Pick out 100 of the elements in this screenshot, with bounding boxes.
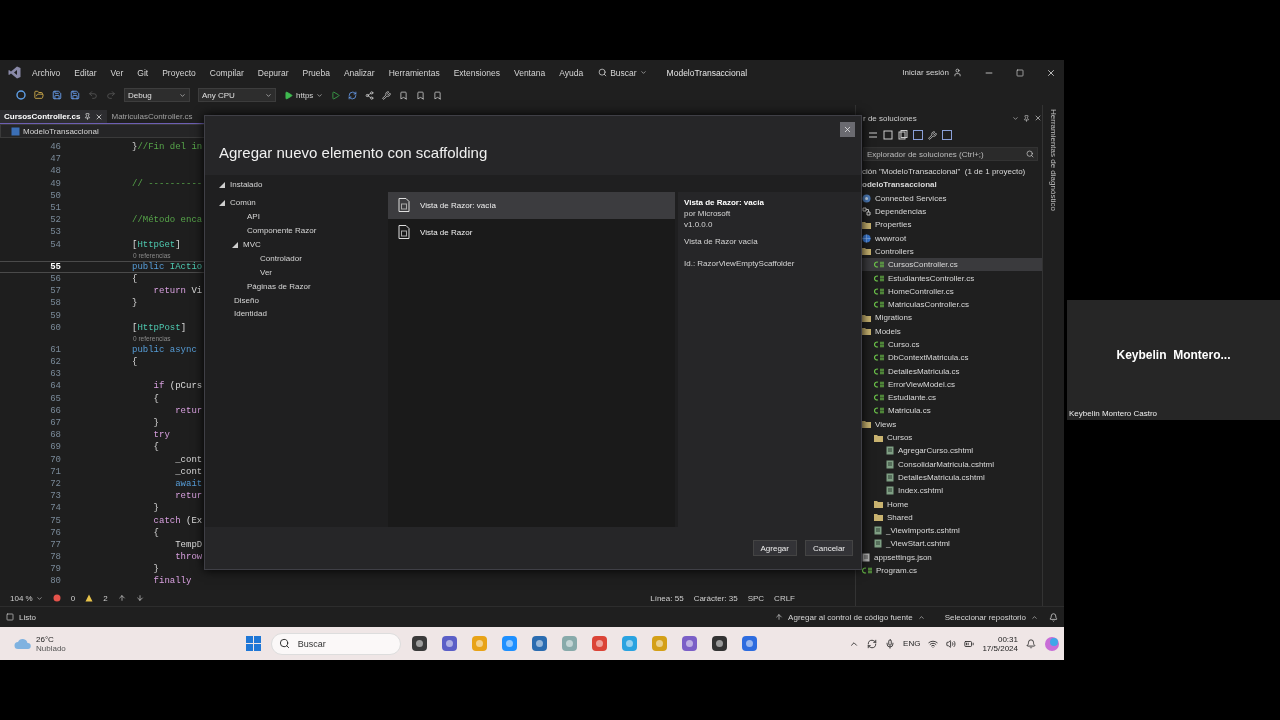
filter-icon[interactable]: [913, 130, 923, 140]
tree-item[interactable]: Models: [856, 324, 1042, 338]
tree-item[interactable]: Instalado: [215, 178, 263, 192]
app-icon[interactable]: [710, 635, 728, 652]
template-item[interactable]: Vista de Razor: [388, 218, 675, 246]
tree-item[interactable]: MatriculasController.cs: [856, 297, 1042, 312]
menu-item[interactable]: Depurar: [250, 67, 296, 78]
tree-item[interactable]: DbContextMatricula.cs: [856, 351, 1042, 365]
restore-icon[interactable]: [1016, 68, 1024, 77]
configuration-dropdown[interactable]: Debug: [124, 88, 190, 102]
caret-icon[interactable]: [219, 199, 225, 206]
menu-item[interactable]: Herramientas: [381, 67, 447, 78]
tree-item[interactable]: Shared: [856, 510, 1042, 524]
zoom-level[interactable]: 104 %: [10, 593, 43, 603]
folder-icon[interactable]: [34, 90, 44, 100]
tree-item[interactable]: Controllers: [856, 244, 1042, 259]
windows-icon[interactable]: [245, 636, 261, 651]
tree-item[interactable]: ErrorViewModel.cs: [856, 377, 1042, 392]
caret-icon[interactable]: [232, 241, 238, 248]
caret-icon[interactable]: [219, 181, 225, 188]
menu-item[interactable]: Compilar: [202, 67, 251, 78]
tree-item[interactable]: Estudiante.cs: [856, 391, 1042, 405]
volume-icon[interactable]: [946, 638, 957, 649]
microphone-icon[interactable]: [885, 638, 896, 649]
repository-button[interactable]: Seleccionar repositorio: [944, 612, 1026, 622]
menu-item[interactable]: Ventana: [506, 67, 553, 78]
navigate-icon[interactable]: [16, 90, 26, 100]
line-ending[interactable]: CRLF: [774, 593, 795, 603]
tree-item[interactable]: EstudiantesController.cs: [856, 271, 1042, 285]
up-arrow-icon[interactable]: [117, 594, 126, 602]
tree-item[interactable]: Program.cs: [856, 563, 1042, 578]
menu-item[interactable]: Analizar: [336, 67, 382, 78]
tree-item[interactable]: Index.cshtml: [856, 484, 1042, 498]
tree-item[interactable]: DetallesMatricula.cshtml: [856, 470, 1042, 485]
tree-item[interactable]: Home: [856, 497, 1042, 511]
tree-item[interactable]: Controlador: [215, 251, 302, 266]
run-button[interactable]: https: [284, 90, 324, 100]
tree-item[interactable]: AgregarCurso.cshtml: [856, 444, 1042, 458]
menu-item[interactable]: Editar: [67, 67, 104, 78]
tree-item[interactable]: Views: [856, 417, 1042, 431]
tree-item[interactable]: _ViewStart.cshtml: [856, 537, 1042, 551]
tree-item[interactable]: _ViewImports.cshtml: [856, 524, 1042, 538]
start-without-debugging-icon[interactable]: [331, 90, 341, 100]
copy-icon[interactable]: [898, 130, 908, 140]
tree-item[interactable]: Cursos: [856, 430, 1042, 445]
tree-item[interactable]: MVC: [215, 237, 261, 252]
output-icon[interactable]: [6, 613, 14, 621]
share-icon[interactable]: [365, 90, 375, 100]
warning-count[interactable]: 2: [103, 593, 108, 603]
menu-item[interactable]: Prueba: [295, 67, 337, 78]
tree-item[interactable]: Identidad: [215, 307, 267, 321]
menu-item[interactable]: Archivo: [25, 67, 68, 78]
dropdown-icon[interactable]: [1012, 114, 1019, 122]
app-icon[interactable]: [410, 635, 428, 652]
language-indicator[interactable]: ENG: [903, 639, 921, 648]
close-icon[interactable]: [95, 112, 104, 121]
temperature[interactable]: 26°C: [36, 634, 66, 644]
close-icon[interactable]: [1034, 114, 1042, 122]
file-tab[interactable]: CursosController.cs: [0, 110, 108, 123]
pin-icon[interactable]: [84, 113, 92, 120]
tree-item[interactable]: appsettings.json: [856, 550, 1042, 564]
assistant-icon[interactable]: [1044, 635, 1060, 652]
platform-dropdown[interactable]: Any CPU: [198, 88, 276, 102]
menu-item[interactable]: Extensiones: [446, 67, 507, 78]
tree-item[interactable]: Ver: [215, 265, 272, 280]
notification-icon[interactable]: [1049, 612, 1058, 622]
close-button[interactable]: [840, 122, 855, 137]
clock-time[interactable]: 00:31: [997, 634, 1018, 644]
preview-icon[interactable]: [942, 130, 952, 140]
save-icon[interactable]: [52, 90, 62, 100]
notification-icon[interactable]: [1026, 638, 1036, 649]
sign-in-button[interactable]: Iniciar sesión: [902, 68, 962, 77]
source-control-button[interactable]: Agregar al control de código fuente: [788, 612, 913, 622]
refresh-icon[interactable]: [348, 90, 358, 100]
tree-item[interactable]: ConsolidarMatricula.cshtml: [856, 457, 1042, 471]
tree-item[interactable]: Dependencias: [856, 204, 1042, 219]
tree-item[interactable]: Properties: [856, 218, 1042, 232]
menu-item[interactable]: Ver: [103, 67, 131, 78]
app-icon[interactable]: [440, 635, 458, 652]
tree-item[interactable]: HomeController.cs: [856, 284, 1042, 298]
template-item[interactable]: Vista de Razor: vacía: [388, 191, 675, 219]
app-icon[interactable]: [530, 635, 548, 652]
tools-icon[interactable]: [382, 90, 392, 100]
collapse-icon[interactable]: [883, 130, 893, 140]
tree-item[interactable]: Páginas de Razor: [215, 279, 311, 294]
down-arrow-icon[interactable]: [135, 594, 144, 602]
tree-item[interactable]: Connected Services: [856, 191, 1042, 205]
clock-date[interactable]: 17/5/2024: [982, 643, 1018, 653]
sync-icon[interactable]: [868, 130, 878, 140]
search-button[interactable]: Buscar: [598, 67, 647, 78]
indent-mode[interactable]: SPC: [747, 593, 765, 603]
menu-item[interactable]: Proyecto: [155, 67, 203, 78]
menu-item[interactable]: Git: [130, 67, 156, 78]
menu-item[interactable]: Ayuda: [552, 67, 591, 78]
error-count[interactable]: 0: [70, 593, 76, 603]
close-icon[interactable]: [1046, 67, 1056, 78]
dialog-button[interactable]: Cancelar: [805, 540, 853, 556]
tree-item[interactable]: Común: [215, 195, 256, 210]
tree-item[interactable]: Diseño: [215, 293, 259, 307]
battery-icon[interactable]: [964, 638, 975, 649]
